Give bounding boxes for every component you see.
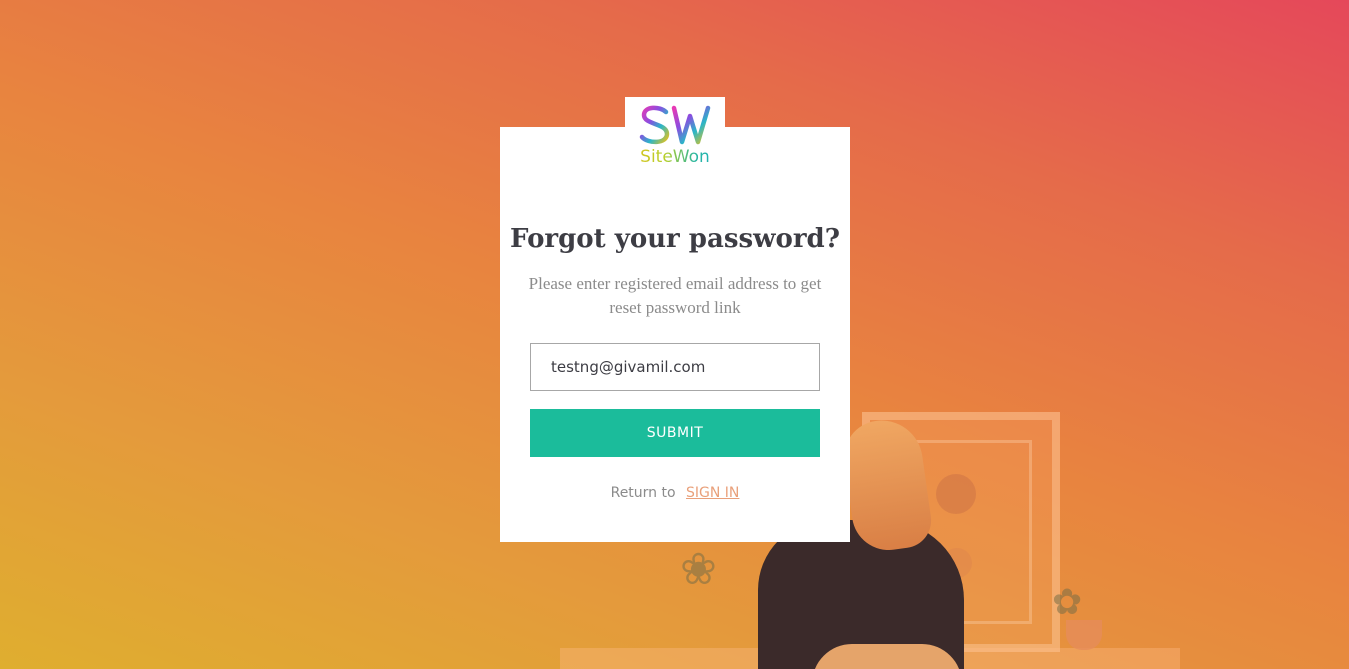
picture-circle-art — [936, 474, 976, 514]
background-picture-frame — [862, 412, 1060, 652]
sitewon-logo: SiteWon — [625, 104, 725, 174]
page-subtitle: Please enter registered email address to… — [528, 274, 822, 317]
background-plant-pot — [1066, 620, 1102, 650]
submit-button[interactable]: SUBMIT — [530, 409, 820, 457]
page-title: Forgot your password? — [510, 224, 840, 254]
background-chair — [812, 644, 962, 669]
background-person — [758, 520, 964, 669]
picture-circle-art-small — [942, 548, 972, 578]
return-text: Return to — [610, 485, 676, 501]
background-plant-left: ❀ — [680, 545, 717, 594]
sw-logo-mark — [639, 105, 711, 145]
picture-frame-mat — [890, 440, 1032, 624]
background-person-hair — [839, 415, 935, 555]
return-to-signin: Return to SIGN IN — [500, 485, 850, 501]
background-plant-right: ✿ — [1052, 581, 1083, 622]
forgot-password-card — [500, 127, 850, 542]
signin-link[interactable]: SIGN IN — [686, 485, 739, 501]
email-field[interactable] — [530, 343, 820, 391]
brand-name: SiteWon — [625, 147, 725, 167]
background-desk — [560, 648, 1180, 669]
